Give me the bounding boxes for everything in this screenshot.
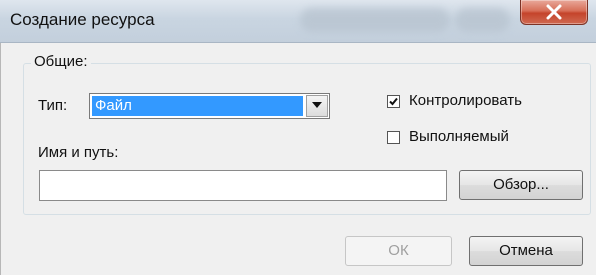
cancel-button[interactable]: Отмена xyxy=(469,236,583,266)
executable-checkbox[interactable] xyxy=(387,131,400,144)
blurred-titlebar-region xyxy=(300,8,450,32)
checkmark-icon xyxy=(389,97,398,106)
chevron-down-icon xyxy=(312,102,322,108)
monitor-checkbox[interactable] xyxy=(387,95,400,108)
type-label: Тип: xyxy=(38,97,68,114)
type-select[interactable]: Файл xyxy=(89,93,330,119)
monitor-checkbox-label[interactable]: Контролировать xyxy=(409,92,522,109)
dialog-content: Общие: Тип: Файл Контролировать Выполняе… xyxy=(0,43,596,275)
general-group-legend: Общие: xyxy=(31,53,91,70)
path-input[interactable] xyxy=(39,170,447,201)
close-button[interactable] xyxy=(520,0,588,25)
window-title: Создание ресурса xyxy=(10,10,155,29)
blurred-titlebar-region xyxy=(455,8,510,32)
title-bar[interactable]: Создание ресурса xyxy=(0,0,596,43)
ok-button[interactable]: ОК xyxy=(345,236,452,266)
executable-checkbox-label[interactable]: Выполняемый xyxy=(409,128,509,145)
type-select-value: Файл xyxy=(92,96,303,116)
path-label: Имя и путь: xyxy=(38,144,119,161)
create-resource-dialog: Создание ресурса Общие: Тип: Файл Контро… xyxy=(0,0,596,275)
type-select-dropdown-button[interactable] xyxy=(306,95,328,117)
browse-button[interactable]: Обзор... xyxy=(459,170,583,200)
close-icon xyxy=(546,4,562,20)
